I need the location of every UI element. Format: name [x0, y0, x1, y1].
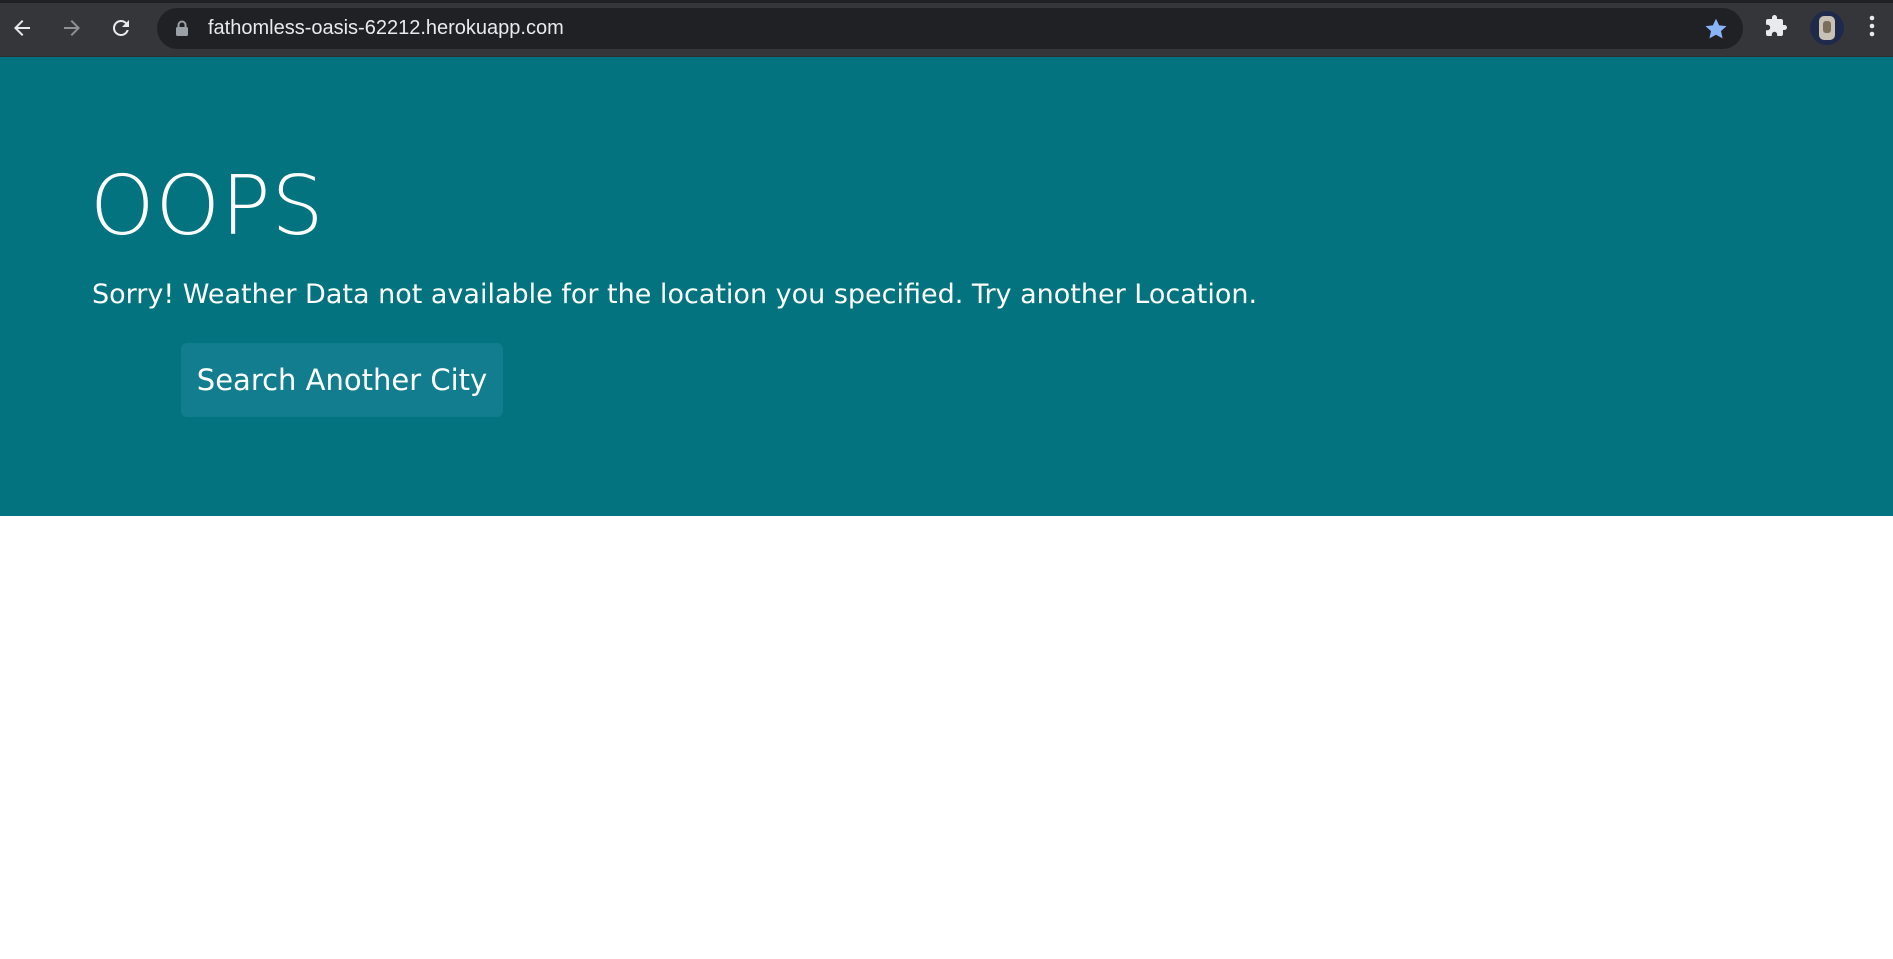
error-banner: OOPS Sorry! Weather Data not available f…: [0, 57, 1893, 516]
star-icon[interactable]: [1703, 16, 1729, 46]
back-arrow-icon: [10, 16, 34, 40]
back-button[interactable]: [6, 12, 38, 44]
forward-button[interactable]: [56, 12, 88, 44]
reload-button[interactable]: [105, 12, 137, 44]
reload-icon: [109, 16, 133, 40]
puzzle-icon: [1764, 14, 1788, 42]
extensions-button[interactable]: [1760, 12, 1792, 44]
error-heading: OOPS: [90, 159, 325, 254]
tab-strip-edge: [0, 0, 1893, 3]
avatar[interactable]: [1810, 11, 1844, 45]
lock-icon[interactable]: [175, 20, 189, 41]
error-message: Sorry! Weather Data not available for th…: [92, 279, 1258, 310]
kebab-menu-icon: [1869, 14, 1875, 42]
url-text[interactable]: fathomless-oasis-62212.herokuapp.com: [208, 8, 564, 49]
forward-arrow-icon: [60, 16, 84, 40]
page-viewport: OOPS Sorry! Weather Data not available f…: [0, 57, 1893, 959]
browser-menu-button[interactable]: [1858, 12, 1886, 44]
address-bar[interactable]: fathomless-oasis-62212.herokuapp.com: [157, 8, 1743, 49]
search-another-city-button[interactable]: Search Another City: [181, 343, 503, 417]
avatar-image-detail: [1823, 21, 1831, 33]
browser-toolbar: fathomless-oasis-62212.herokuapp.com: [0, 0, 1893, 57]
